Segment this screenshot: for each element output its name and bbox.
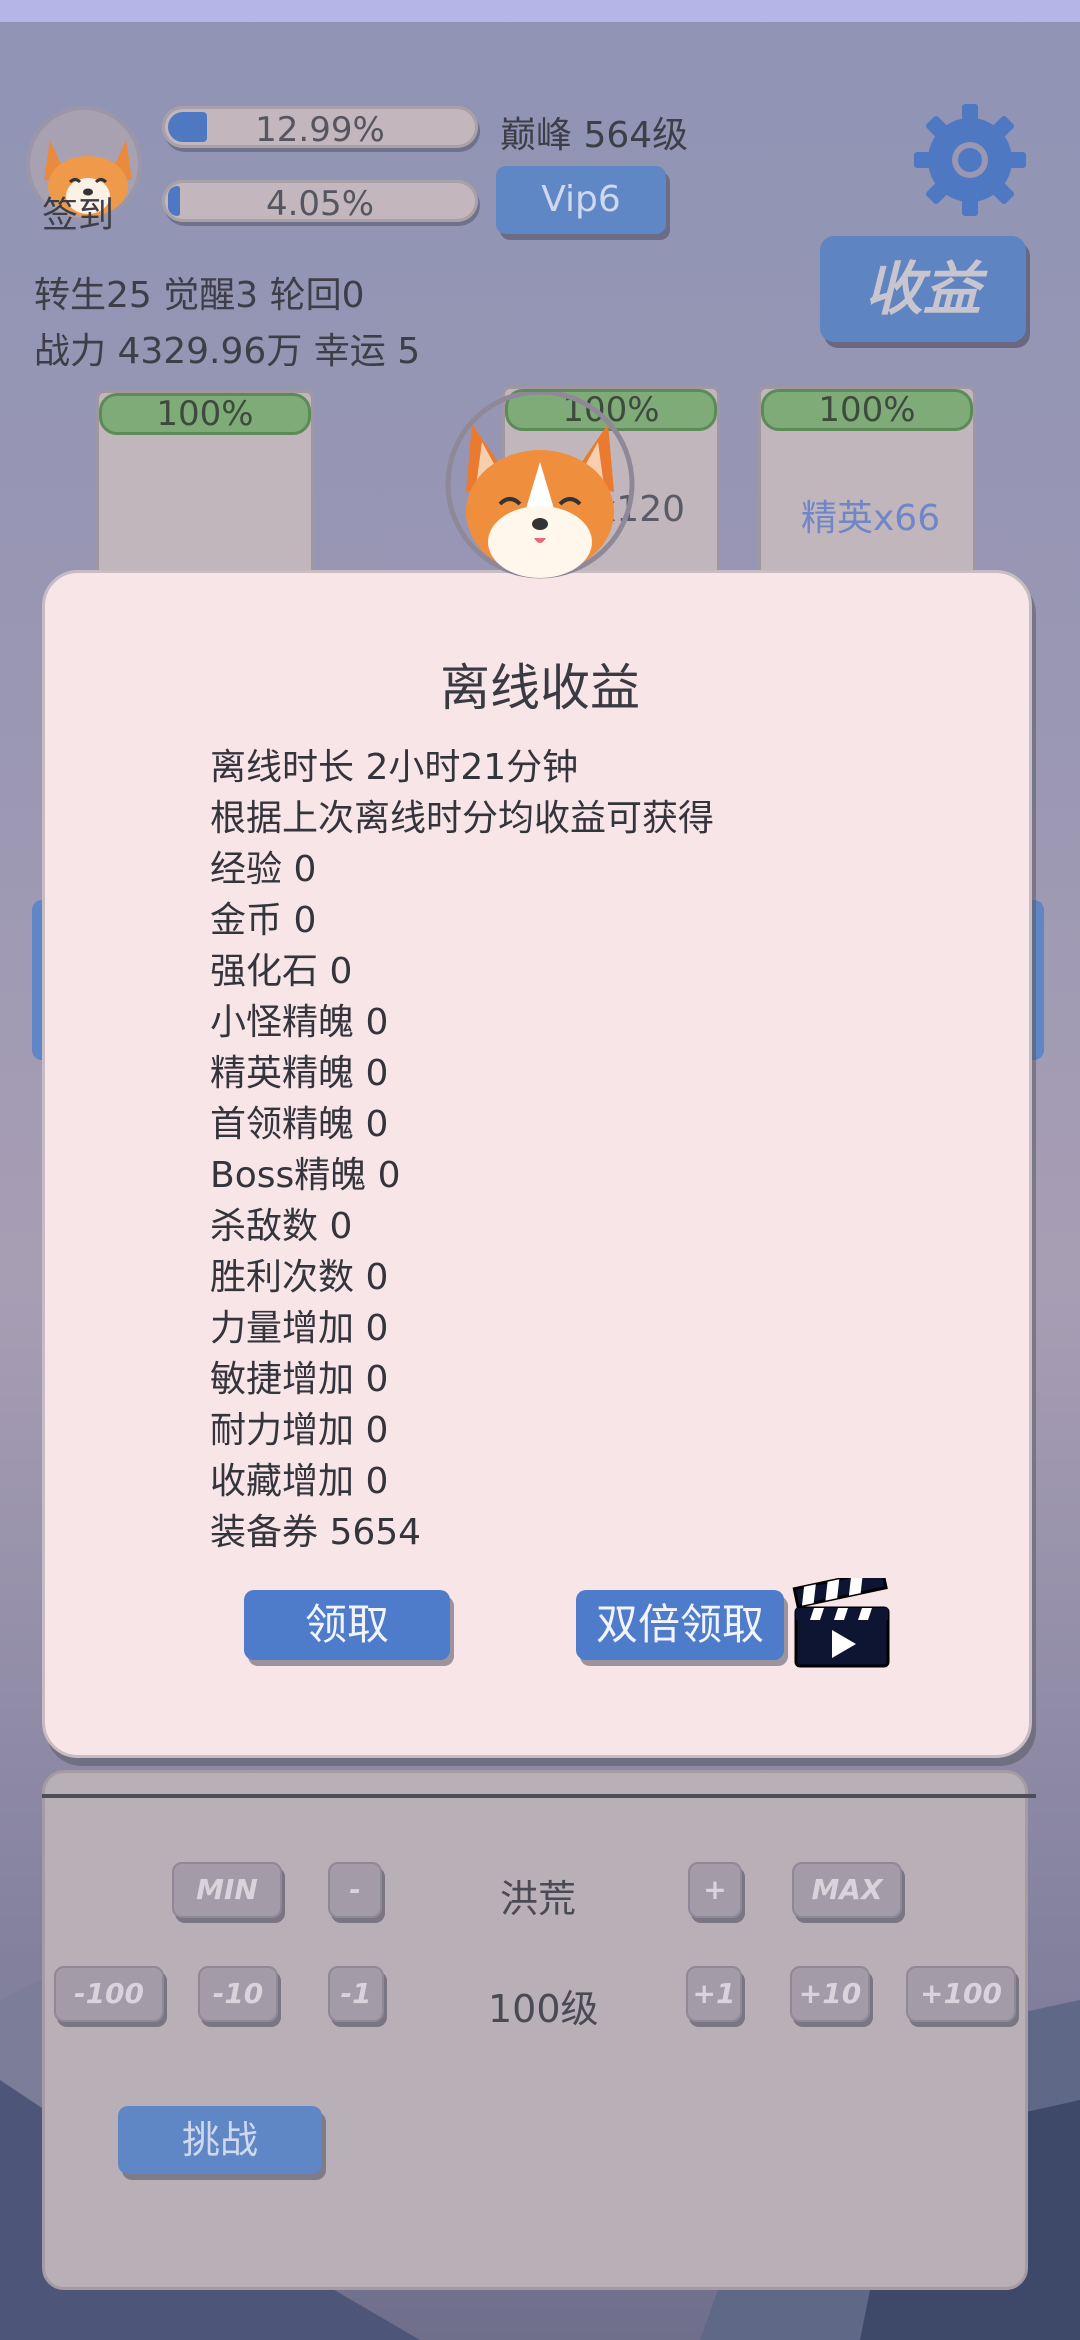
power-luck-text: 战力 4329.96万 幸运 5 [34,331,421,372]
reward-line-leader-soul: 首领精魄 0 [210,1104,389,1145]
reward-line-strength: 力量增加 0 [210,1308,389,1349]
sign-in-label[interactable]: 签到 [42,186,114,238]
zone-label: 洪荒 [500,1877,577,1921]
reward-line-kills: 杀敌数 0 [210,1206,353,1247]
reward-line-boss-soul: Boss精魄 0 [210,1155,401,1196]
reward-line-collection: 收藏增加 0 [210,1461,389,1502]
level-plus-1-button[interactable]: +1 [686,1966,742,2022]
reward-line-exp: 经验 0 [210,849,317,890]
max-button[interactable]: MAX [792,1862,902,1918]
offline-duration-line: 离线时长 2小时21分钟 [210,747,579,788]
double-claim-button[interactable]: 双倍领取 [576,1590,784,1660]
corgi-mascot-icon [445,389,635,579]
reward-line-stone: 强化石 0 [210,951,353,992]
status-strip [0,0,1080,22]
vip-button[interactable]: Vip6 [496,166,666,234]
challenge-button[interactable]: 挑战 [118,2106,322,2174]
watch-video-button[interactable] [792,1568,892,1670]
stage-card-3[interactable]: 100% 精英x66 [758,386,976,586]
reward-line-wins: 胜利次数 0 [210,1257,389,1298]
card-progress-label: 100% [99,393,311,435]
zone-increase-button[interactable]: + [688,1862,742,1918]
level-plus-10-button[interactable]: +10 [790,1966,870,2022]
offline-info-line: 根据上次离线时分均收益可获得 [210,798,715,839]
exp-percent-text: 12.99% [255,110,385,150]
level-minus-10-button[interactable]: -10 [198,1966,278,2022]
peak-level-text: 巅峰 564级 [500,115,689,156]
dialog-title: 离线收益 [440,659,640,717]
reward-line-elite-soul: 精英精魄 0 [210,1053,389,1094]
reward-line-stamina: 耐力增加 0 [210,1410,389,1451]
card-progress-label: 100% [761,389,973,431]
zone-decrease-button[interactable]: - [328,1862,382,1918]
claim-button[interactable]: 领取 [244,1590,450,1660]
panel-divider [42,1794,1036,1798]
earnings-button[interactable]: 收益 [820,236,1026,342]
level-minus-100-button[interactable]: -100 [54,1966,164,2022]
rebirth-stats-text: 转生25 觉醒3 轮回0 [34,275,365,316]
card-label: 精英x66 [801,498,941,539]
vip-percent-text: 4.05% [265,184,374,224]
vip-progress-bar: 4.05% [162,180,478,224]
level-minus-1-button[interactable]: -1 [328,1966,384,2022]
level-plus-100-button[interactable]: +100 [906,1966,1016,2022]
settings-button[interactable] [910,100,1030,220]
corgi-mascot [442,389,638,582]
reward-line-agility: 敏捷增加 0 [210,1359,389,1400]
stage-card-1[interactable]: 100% [96,390,314,590]
reward-line-minion-soul: 小怪精魄 0 [210,1002,389,1043]
exp-progress-bar: 12.99% [162,106,478,150]
gear-icon [914,104,1026,216]
reward-line-equip-ticket: 装备券 5654 [210,1512,422,1553]
min-button[interactable]: MIN [172,1862,282,1918]
reward-line-gold: 金币 0 [210,900,317,941]
clapperboard-play-icon [792,1568,890,1668]
level-label: 100级 [488,1987,599,2031]
